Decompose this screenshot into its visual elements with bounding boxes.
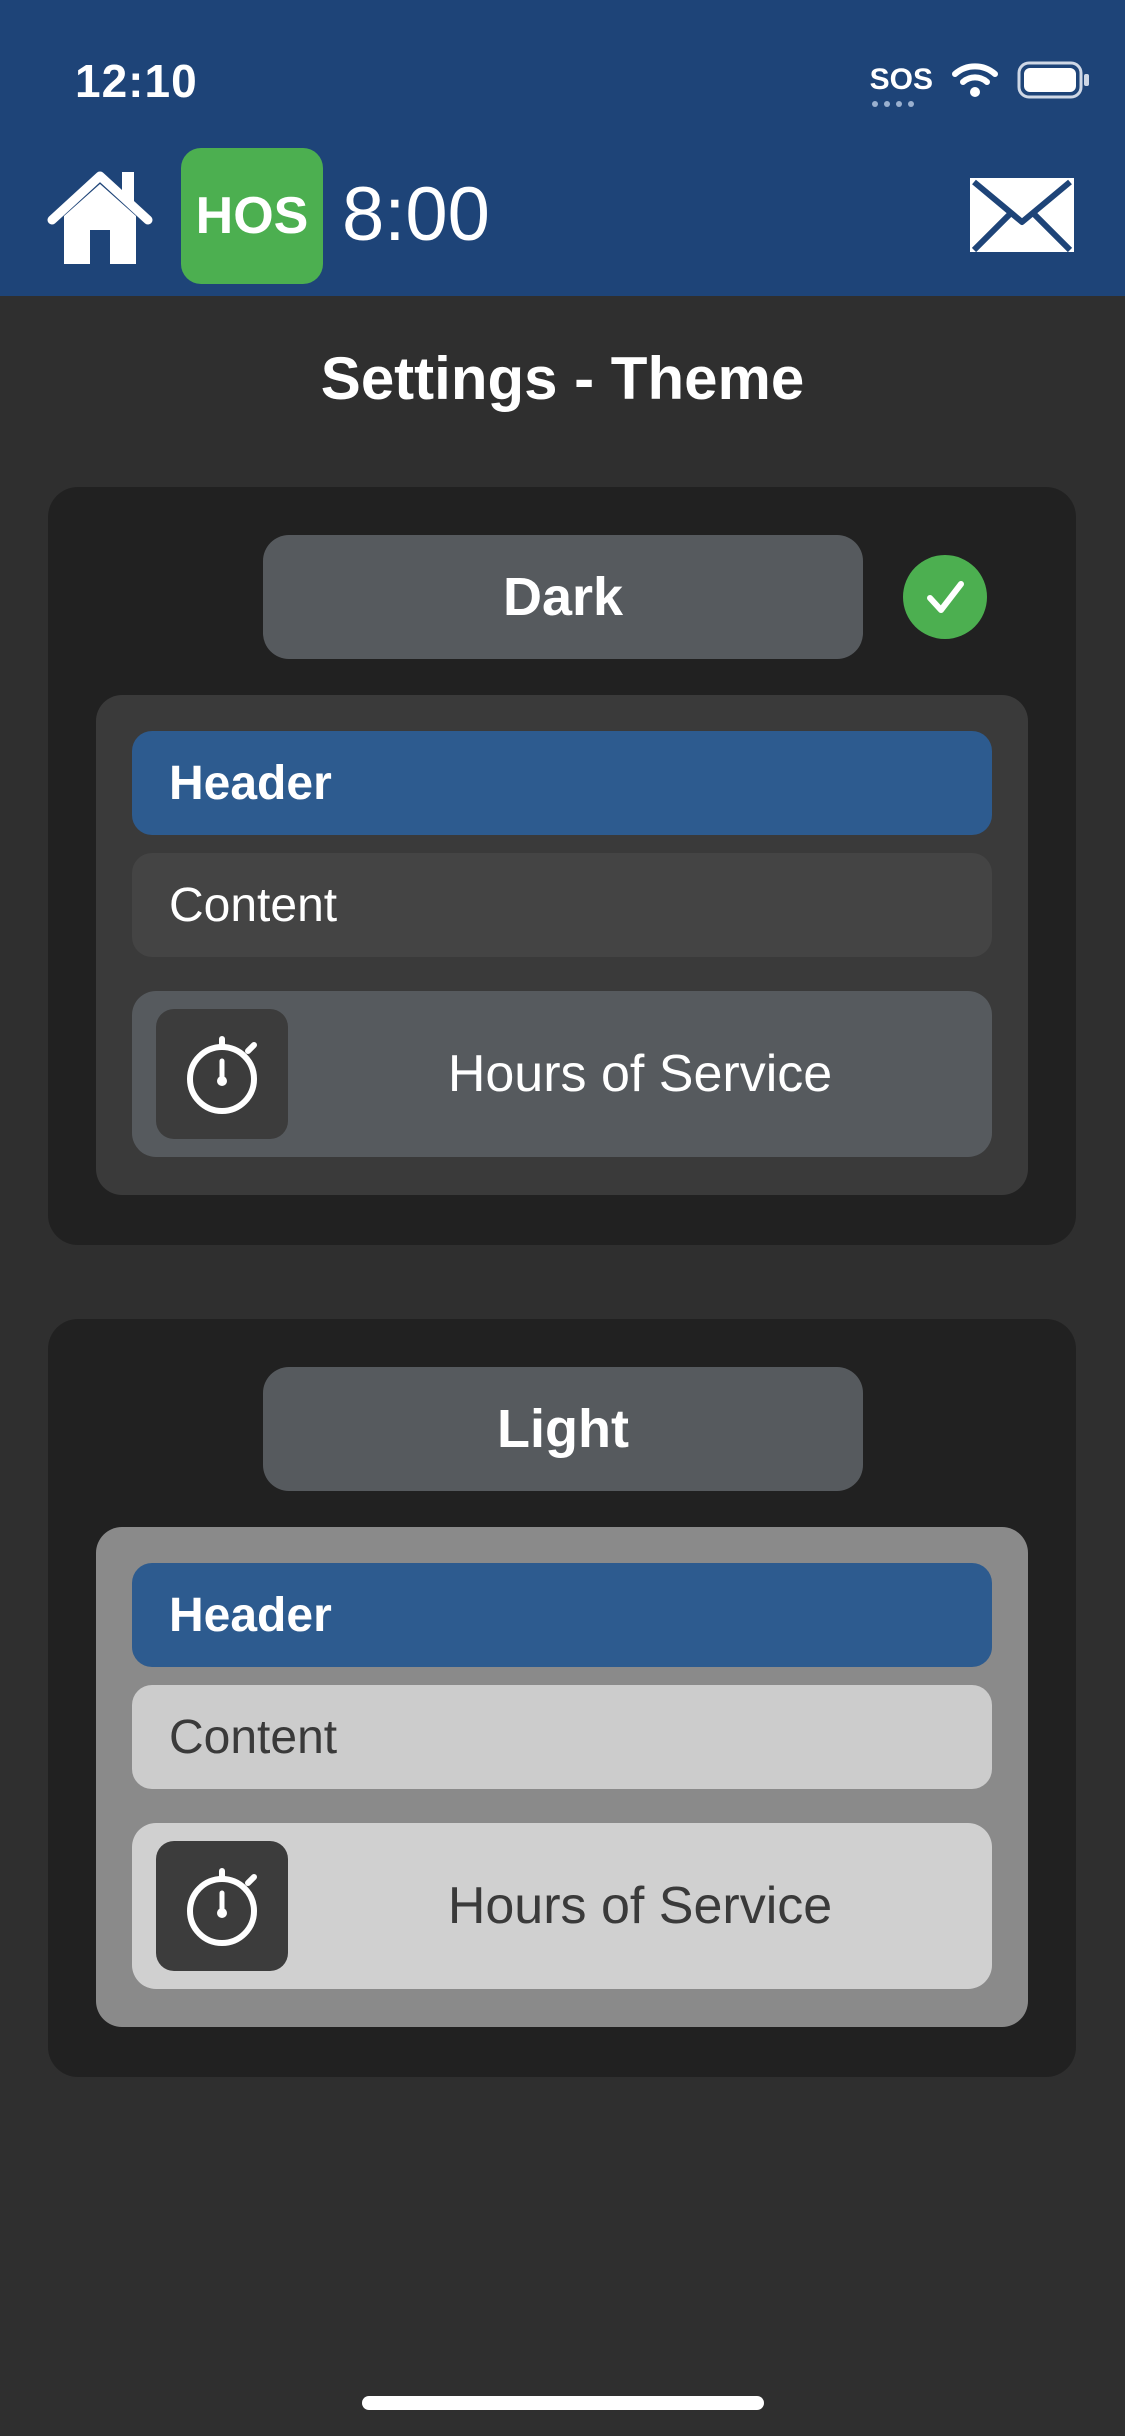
stopwatch-icon xyxy=(156,1009,288,1139)
preview-hos-label: Hours of Service xyxy=(447,1877,833,1935)
battery-icon xyxy=(1017,61,1089,99)
home-icon[interactable] xyxy=(46,168,154,268)
preview-hos-row: Hours of Service xyxy=(132,1823,992,1989)
status-time: 12:10 xyxy=(75,55,198,107)
preview-content: Content xyxy=(132,1685,992,1789)
preview-hos-label: Hours of Service xyxy=(447,1045,833,1103)
light-theme-preview: Header Content Hours of Service xyxy=(96,1527,1028,2027)
top-bar: 12:10 SOS HOS 8:00 xyxy=(0,0,1125,296)
hos-remaining-time: 8:00 xyxy=(342,172,490,257)
dark-theme-label: Dark xyxy=(502,567,624,627)
light-theme-label: Light xyxy=(497,1399,629,1459)
page-title: Settings - Theme xyxy=(320,345,805,412)
preview-header: Header xyxy=(132,731,992,835)
stopwatch-icon xyxy=(156,1841,288,1971)
preview-content: Content xyxy=(132,853,992,957)
theme-card-light: Light Header Content Hours of Service xyxy=(48,1319,1076,2077)
home-indicator[interactable] xyxy=(362,2396,764,2410)
sos-indicator: SOS xyxy=(869,63,933,107)
preview-header: Header xyxy=(132,1563,992,1667)
status-icons: SOS xyxy=(869,56,1091,107)
sos-dots xyxy=(871,101,914,107)
sos-label: SOS xyxy=(869,63,933,96)
mail-icon[interactable] xyxy=(968,176,1076,254)
dark-theme-button[interactable]: Dark xyxy=(263,535,863,659)
dark-theme-preview: Header Content Hours of Service xyxy=(96,695,1028,1195)
hos-badge[interactable]: HOS xyxy=(181,148,323,284)
theme-card-dark: Dark Header Content Hours of Service xyxy=(48,487,1076,1245)
wifi-icon xyxy=(952,63,998,97)
hos-badge-label: HOS xyxy=(195,187,309,245)
light-theme-button[interactable]: Light xyxy=(263,1367,863,1491)
preview-hos-row: Hours of Service xyxy=(132,991,992,1157)
checkmark-icon xyxy=(903,555,987,639)
